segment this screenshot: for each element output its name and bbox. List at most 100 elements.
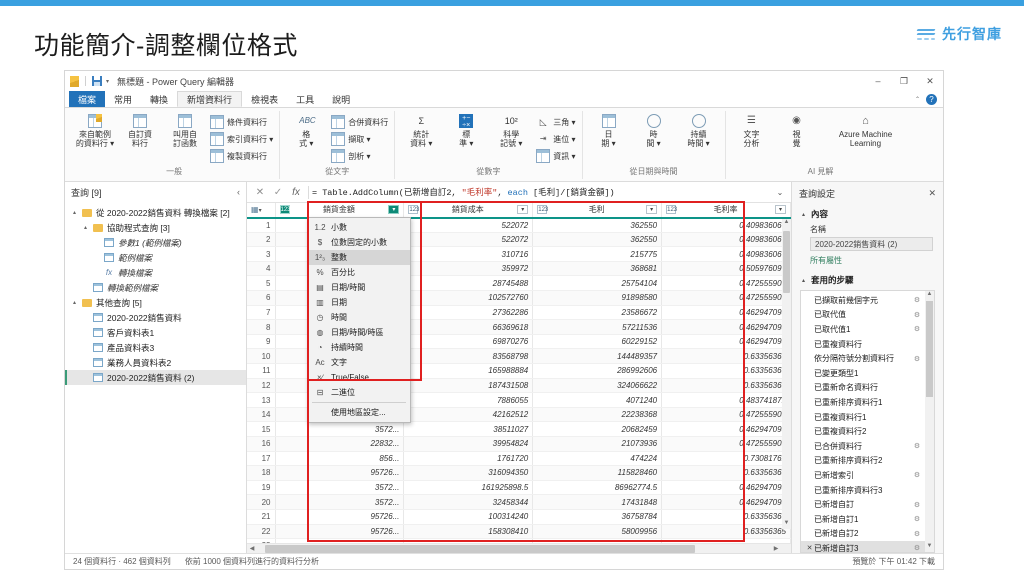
menu-item-5[interactable]: ▤日期/時間 — [308, 280, 410, 295]
button-scientific[interactable]: 10² 科學 記號 ▾ — [491, 111, 531, 148]
table-cell[interactable]: 0.63356365 — [662, 349, 791, 364]
table-cell[interactable]: 36758784 — [533, 509, 662, 524]
button-column-from-examples[interactable]: 來自範例 的資料行 ▾ — [75, 111, 115, 148]
table-cell[interactable]: 215775 — [533, 247, 662, 262]
applied-step[interactable]: 已新增索引⚙ — [801, 468, 925, 483]
button-date[interactable]: 日 期 ▾ — [589, 111, 629, 148]
menu-item-4[interactable]: %百分比 — [308, 265, 410, 280]
table-row[interactable]: 1895726...3160943501158284600.63356365 — [247, 466, 791, 481]
table-cell[interactable]: 3572... — [275, 495, 404, 510]
table-cell[interactable]: 3572... — [275, 422, 404, 437]
button-trigonometry[interactable]: ◺ 三角 ▾ — [536, 115, 575, 129]
table-cell[interactable]: 0.472555905 — [662, 437, 791, 452]
tab-tools[interactable]: 工具 — [287, 91, 323, 107]
gear-icon[interactable]: ⚙ — [912, 325, 922, 333]
table-cell[interactable]: 158308410 — [404, 524, 533, 539]
button-vision[interactable]: ◉ 視 覺 — [777, 111, 817, 148]
column-header-4[interactable]: 123毛利率▾ — [662, 203, 791, 218]
query-item[interactable]: ▴協助程式查詢 [3] — [65, 220, 246, 235]
column-type-icon[interactable]: 123 — [537, 205, 547, 214]
query-item[interactable]: 2020-2022銷售資料 (2) — [65, 370, 246, 385]
table-cell[interactable]: 0.483741871 — [662, 393, 791, 408]
expander-icon[interactable]: ▴ — [71, 299, 78, 306]
tab-help[interactable]: 說明 — [323, 91, 359, 107]
table-cell[interactable]: 7886055 — [404, 393, 533, 408]
gear-icon[interactable]: ⚙ — [912, 296, 922, 304]
chevron-down-icon[interactable]: ▾ — [106, 78, 109, 85]
button-invoke-custom-function[interactable]: 叫用自 訂函數 — [165, 111, 205, 148]
query-item[interactable]: 產品資料表3 — [65, 340, 246, 355]
gear-icon[interactable]: ⚙ — [912, 311, 922, 319]
table-cell[interactable]: 0.73081761 — [662, 451, 791, 466]
table-row[interactable]: 2295726...158308410580099560.63356365 — [247, 524, 791, 539]
table-cell[interactable]: 0.462947093 — [662, 480, 791, 495]
column-type-icon[interactable]: 123 — [408, 205, 418, 214]
table-cell[interactable]: 115828460 — [533, 466, 662, 481]
menu-item-2[interactable]: $位數固定的小數 — [308, 235, 410, 250]
table-cell[interactable]: 32458344 — [404, 495, 533, 510]
table-cell[interactable]: 95726... — [275, 466, 404, 481]
scroll-right-icon[interactable]: ▶ — [771, 544, 781, 554]
tab-add-column[interactable]: 新增資料行 — [177, 91, 242, 107]
applied-step[interactable]: 已重複資料行 — [801, 337, 925, 352]
table-cell[interactable]: 0.63356365 — [662, 378, 791, 393]
table-cell[interactable]: 0.63356365 — [662, 364, 791, 379]
table-cell[interactable]: 474224 — [533, 451, 662, 466]
button-standard[interactable]: +−÷× 標 準 ▾ — [446, 111, 486, 148]
applied-step[interactable]: 已重新排序資料行3 — [801, 483, 925, 498]
maximize-button[interactable]: ❐ — [891, 71, 917, 91]
tab-home[interactable]: 常用 — [105, 91, 141, 107]
table-cell[interactable]: 83568798 — [404, 349, 533, 364]
formula-cancel-icon[interactable]: ✕ — [251, 187, 269, 198]
gear-icon[interactable]: ⚙ — [912, 501, 922, 509]
table-row[interactable]: 153572...38511027206824590.462947093 — [247, 422, 791, 437]
tab-view[interactable]: 檢視表 — [242, 91, 287, 107]
formula-input[interactable]: = Table.AddColumn(已新增自訂2, "毛利率", each [毛… — [312, 186, 773, 198]
table-cell[interactable]: 0.462947093 — [662, 495, 791, 510]
table-cell[interactable]: 286992606 — [533, 364, 662, 379]
table-cell[interactable]: 22238368 — [533, 407, 662, 422]
applied-step[interactable]: 已變更類型1 — [801, 366, 925, 381]
table-cell[interactable]: 3572... — [275, 480, 404, 495]
table-cell[interactable]: 0.462947093 — [662, 320, 791, 335]
scroll-up-icon[interactable]: ▲ — [782, 219, 791, 228]
table-cell[interactable]: 38511027 — [404, 422, 533, 437]
table-cell[interactable]: 4071240 — [533, 393, 662, 408]
button-text-analytics[interactable]: ☰ 文字 分析 — [732, 111, 772, 148]
formula-accept-icon[interactable]: ✓ — [269, 187, 287, 198]
applied-step[interactable]: 已重新排序資料行1 — [801, 395, 925, 410]
table-cell[interactable]: 856... — [275, 451, 404, 466]
save-icon[interactable] — [92, 76, 102, 86]
scroll-up-icon[interactable]: ▲ — [925, 291, 934, 300]
table-cell[interactable]: 310716 — [404, 247, 533, 262]
button-rounding[interactable]: ⇥ 進位 ▾ — [536, 132, 575, 146]
button-duration[interactable]: 持續 時間 ▾ — [679, 111, 719, 148]
steps-scrollbar[interactable]: ▲ ▼ — [925, 291, 934, 552]
query-item[interactable]: ▴其他查詢 [5] — [65, 295, 246, 310]
button-index-column[interactable]: 索引資料行 ▾ — [210, 132, 273, 146]
table-cell[interactable]: 86962774.5 — [533, 480, 662, 495]
table-cell[interactable]: 0.63356365 — [662, 524, 791, 539]
applied-step[interactable]: 已新增自訂2⚙ — [801, 527, 925, 542]
table-cell[interactable]: 522072 — [404, 232, 533, 247]
table-cell[interactable]: 0.472555905 — [662, 276, 791, 291]
table-cell[interactable]: 0.505976096 — [662, 261, 791, 276]
collapse-ribbon-icon[interactable]: ⌃ — [915, 96, 920, 103]
query-item[interactable]: 轉換範例檔案 — [65, 280, 246, 295]
table-cell[interactable]: 21073936 — [533, 437, 662, 452]
applied-step[interactable]: ✕已新增自訂3⚙ — [801, 541, 925, 553]
table-cell[interactable]: 69870276 — [404, 334, 533, 349]
table-cell[interactable]: 60229152 — [533, 334, 662, 349]
applied-step[interactable]: 已合併資料行⚙ — [801, 439, 925, 454]
table-cell[interactable]: 324066622 — [533, 378, 662, 393]
query-item[interactable]: 參數1 (範例檔案) — [65, 235, 246, 250]
applied-step[interactable]: 依分隔符號分割資料行⚙ — [801, 351, 925, 366]
applied-step[interactable]: 已擷取前幾個字元⚙ — [801, 293, 925, 308]
table-cell[interactable]: 165988884 — [404, 364, 533, 379]
column-filter-icon[interactable]: ▾ — [775, 205, 786, 214]
button-merge-columns[interactable]: 合併資料行 — [331, 115, 388, 129]
button-information[interactable]: 資訊 ▾ — [536, 149, 575, 163]
table-cell[interactable]: 1761720 — [404, 451, 533, 466]
table-cell[interactable]: 0.409836066 — [662, 232, 791, 247]
properties-section-title[interactable]: ▴ 內容 — [800, 208, 935, 220]
